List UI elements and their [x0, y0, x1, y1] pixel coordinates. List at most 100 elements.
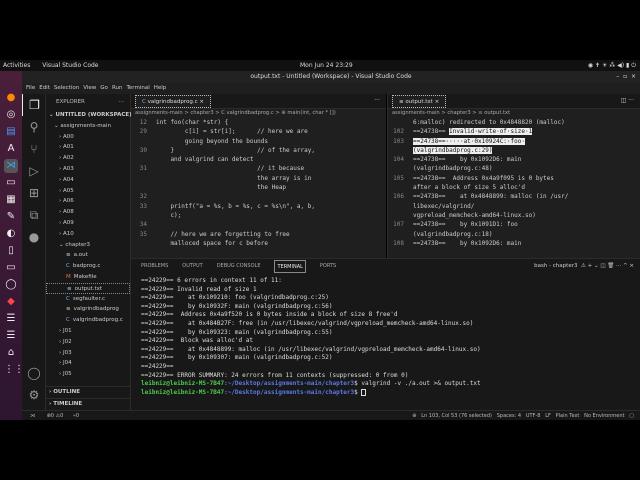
terminal-output[interactable]: ==24229== 6 errors in context 11 of 11: =…: [131, 277, 640, 397]
menu-terminal[interactable]: Terminal: [126, 85, 149, 91]
menu-edit[interactable]: Edit: [39, 85, 50, 91]
folder-item[interactable]: › J02: [46, 337, 130, 348]
encoding[interactable]: UTF-8: [526, 413, 541, 419]
search-icon[interactable]: ⚲: [22, 116, 46, 138]
activities-button[interactable]: Activities: [3, 62, 30, 69]
folder-item[interactable]: › J04: [46, 358, 130, 369]
workspace-header[interactable]: ⌄ UNTITLED (WORKSPACE): [46, 110, 132, 121]
split-editor-icon[interactable]: ◫ ···: [621, 97, 634, 104]
cursor-position[interactable]: Ln 103, Col 53 (76 selected): [421, 413, 492, 419]
folder-item[interactable]: › J03: [46, 348, 130, 359]
file-item[interactable]: ≡ valgrindbadprog: [46, 304, 130, 315]
drive-icon[interactable]: ☰: [4, 329, 18, 343]
breadcrumb[interactable]: assignments-main > chapter3 > C valgrind…: [131, 109, 386, 118]
document-icon[interactable]: ▤: [4, 125, 18, 139]
extensions-icon[interactable]: ⊞: [22, 182, 46, 204]
gear-icon[interactable]: ⚙: [22, 384, 46, 406]
more-actions-icon[interactable]: ···: [374, 97, 380, 104]
folder-item[interactable]: › A04: [46, 175, 130, 186]
tab-output[interactable]: OUTPUT: [182, 259, 202, 274]
tab-terminal[interactable]: TERMINAL: [274, 260, 306, 273]
folder-item[interactable]: › A05: [46, 186, 130, 197]
folder-item[interactable]: › A03: [46, 164, 130, 175]
editor-icon[interactable]: ✎: [4, 210, 18, 224]
file-item[interactable]: Cvalgrindbadprog.c: [46, 315, 130, 326]
menu-view[interactable]: View: [83, 85, 96, 91]
obs-icon[interactable]: ◯: [4, 278, 18, 292]
file-item[interactable]: ≡ output.txt: [46, 282, 130, 294]
menu-selection[interactable]: Selection: [54, 85, 79, 91]
menu-run[interactable]: Run: [112, 85, 123, 91]
terminal-icon[interactable]: ▭: [4, 176, 18, 190]
tab-valgrindbadprog-c[interactable]: C valgrindbadprog.c ×: [135, 95, 211, 108]
close-icon[interactable]: ×: [435, 99, 440, 105]
system-tray-icons[interactable]: ◉ ✝ ☀ ⁂ ◀) ▮ ⏻: [588, 60, 636, 71]
file-item[interactable]: Csegfaulter.c: [46, 294, 130, 305]
printer-icon[interactable]: ⌂: [4, 346, 18, 360]
window-controls[interactable]: – ▫ ×: [616, 71, 636, 83]
steam-icon[interactable]: ◐: [4, 227, 18, 241]
explorer-icon[interactable]: ❐: [22, 94, 46, 116]
folder-item[interactable]: › J01: [46, 326, 130, 337]
folder-item[interactable]: › A06: [46, 196, 130, 207]
settings-icon[interactable]: ◎: [4, 108, 18, 122]
tab-debug-console[interactable]: DEBUG CONSOLE: [217, 259, 261, 274]
zoom-icon[interactable]: ⊕: [412, 413, 416, 419]
calendar-icon[interactable]: ▦: [4, 193, 18, 207]
remote-explorer-icon[interactable]: ⧉: [22, 204, 46, 226]
close-icon[interactable]: ×: [199, 99, 204, 105]
file-item[interactable]: M Makefile: [46, 272, 130, 283]
vscode-icon[interactable]: ⋊: [4, 159, 18, 173]
terminal-actions[interactable]: ⚠ + ⌄ ◫ 🗑 ··· ^ ×: [579, 263, 634, 269]
tab-problems[interactable]: PROBLEMS: [141, 259, 168, 274]
source-control-icon[interactable]: ⑂: [22, 138, 46, 160]
tab-output-txt[interactable]: ≡ output.txt ×: [392, 95, 447, 108]
clock[interactable]: Mon Jun 24 23:29: [300, 60, 353, 71]
terminal-selector[interactable]: bash - chapter3: [534, 263, 577, 269]
line-number: [388, 118, 413, 127]
output-editor[interactable]: 6:malloc) redirected to 0x4848820 (mallo…: [388, 118, 640, 248]
brave-icon[interactable]: ◆: [4, 295, 18, 309]
code-line: 108 ==24738== by 0x1092D6: main: [388, 239, 640, 248]
trash-icon[interactable]: ▯: [4, 244, 18, 258]
problems-indicator[interactable]: ⊗0 ⚠0: [47, 413, 64, 419]
folder-item[interactable]: › A01: [46, 142, 130, 153]
folder-item[interactable]: › J05: [46, 369, 130, 380]
text: ==24738== Address 0x4a9f095 is 0 bytes: [413, 174, 554, 182]
folder-root[interactable]: ⌄ assignments-main: [46, 121, 130, 132]
app-center-icon[interactable]: A: [4, 142, 18, 156]
folder-item[interactable]: › A10: [46, 229, 130, 240]
menu-file[interactable]: File: [26, 85, 35, 91]
eol[interactable]: LF: [545, 413, 551, 419]
code-editor[interactable]: 12 int foo(char *str) {29 c[i] = str[i]; …: [131, 118, 386, 248]
breadcrumb[interactable]: assignments-main > chapter3 > ≡ output.t…: [388, 109, 640, 118]
folder-item[interactable]: › A09: [46, 218, 130, 229]
remote-indicator[interactable]: ⋊: [30, 413, 35, 419]
ports-indicator[interactable]: ⑂0: [73, 413, 79, 419]
firefox-icon[interactable]: ●: [4, 91, 18, 105]
drive-icon[interactable]: ☰: [4, 312, 18, 326]
folder-item[interactable]: › A00: [46, 132, 130, 143]
file-item[interactable]: ≡ a.out: [46, 250, 130, 261]
folder-item[interactable]: › A02: [46, 153, 130, 164]
notifications-icon[interactable]: ▢: [629, 413, 634, 419]
file-item[interactable]: Cbadprog.c: [46, 261, 130, 272]
timeline-section[interactable]: › TIMELINE: [46, 398, 130, 409]
indentation[interactable]: Spaces: 4: [497, 413, 521, 419]
language-mode[interactable]: Plain Text: [556, 413, 580, 419]
folder-chapter3[interactable]: ⌄ chapter3: [46, 240, 130, 251]
more-icon[interactable]: ···: [119, 94, 124, 110]
tab-ports[interactable]: PORTS: [320, 259, 336, 274]
files-icon[interactable]: ▭: [4, 261, 18, 275]
remote-icon[interactable]: ●: [22, 226, 46, 248]
code-line: (valgrindbadprog.c:29): [388, 146, 640, 155]
app-grid-icon[interactable]: ⋮⋮: [4, 363, 24, 377]
menu-help[interactable]: Help: [154, 85, 167, 91]
account-icon[interactable]: ◯: [22, 362, 46, 384]
environment[interactable]: No Environment: [584, 413, 624, 419]
run-debug-icon[interactable]: ▷: [22, 160, 46, 182]
outline-section[interactable]: › OUTLINE: [46, 386, 130, 397]
menu-go[interactable]: Go: [100, 85, 108, 91]
app-menu[interactable]: Visual Studio Code: [42, 62, 98, 69]
folder-item[interactable]: › A08: [46, 207, 130, 218]
